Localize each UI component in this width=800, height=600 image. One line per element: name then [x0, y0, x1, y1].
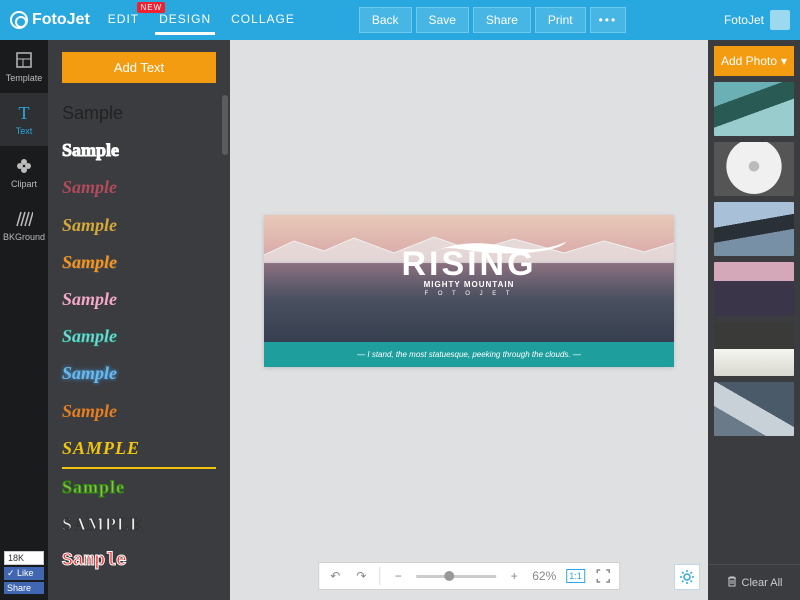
mode-edit-label: EDIT — [108, 12, 139, 26]
rail-text-label: Text — [16, 126, 33, 136]
rail-template-label: Template — [6, 73, 43, 83]
left-rail: Template T Text Clipart BKGround 18K ✓ L… — [0, 40, 48, 600]
template-icon — [14, 50, 34, 70]
mode-design[interactable]: DESIGN — [155, 6, 215, 35]
zoom-value: 62% — [532, 569, 556, 583]
sample-style-4[interactable]: Sample — [62, 207, 216, 244]
share-button[interactable]: Share — [473, 7, 531, 33]
photo-thumb-1[interactable] — [714, 82, 794, 136]
sample-style-9[interactable]: Sample — [62, 393, 216, 430]
like-count: 18K — [4, 551, 44, 565]
sample-style-6[interactable]: Sample — [62, 281, 216, 318]
design-subtitle2: F O T O J E T — [264, 291, 674, 297]
redo-icon[interactable]: ↷ — [353, 568, 369, 584]
add-photo-button[interactable]: Add Photo ▾ — [714, 46, 794, 76]
like-button[interactable]: ✓ Like — [4, 567, 44, 580]
canvas-toolbar: ↶ ↷ − + 62% 1:1 — [318, 562, 620, 590]
brand-name: FotoJet — [32, 11, 90, 29]
sample-style-8[interactable]: Sample — [62, 355, 216, 392]
photo-thumb-5[interactable] — [714, 322, 794, 376]
zoom-slider[interactable] — [416, 575, 496, 578]
design-title: RISING — [401, 245, 536, 284]
top-header: FotoJet EDIT NEW DESIGN COLLAGE Back Sav… — [0, 0, 800, 40]
social-buttons: 18K ✓ Like Share — [0, 547, 48, 600]
photo-thumb-4[interactable] — [714, 262, 794, 316]
username: FotoJet — [724, 13, 764, 27]
bkground-icon — [14, 209, 34, 229]
mode-edit[interactable]: EDIT NEW — [104, 6, 143, 35]
sample-style-12[interactable]: SAMPLE — [62, 506, 216, 543]
undo-icon[interactable]: ↶ — [327, 568, 343, 584]
back-button[interactable]: Back — [359, 7, 412, 33]
mode-collage[interactable]: COLLAGE — [227, 6, 299, 35]
zoom-knob[interactable] — [444, 571, 454, 581]
design-canvas[interactable]: RISING MIGHTY MOUNTAIN F O T O J E T — I… — [264, 215, 674, 367]
ratio-button[interactable]: 1:1 — [566, 569, 585, 583]
photo-thumbnails — [708, 82, 800, 564]
chevron-down-icon: ▾ — [781, 54, 787, 68]
mode-tabs: EDIT NEW DESIGN COLLAGE — [104, 6, 299, 35]
photo-thumb-2[interactable] — [714, 142, 794, 196]
fullscreen-icon[interactable] — [595, 568, 611, 584]
mode-collage-label: COLLAGE — [231, 12, 295, 26]
sample-style-3[interactable]: Sample — [62, 169, 216, 206]
sample-style-1[interactable]: Sample — [62, 95, 216, 132]
avatar — [770, 10, 790, 30]
text-icon: T — [14, 103, 34, 123]
rail-clipart[interactable]: Clipart — [0, 146, 48, 199]
text-samples: Sample Sample Sample Sample Sample Sampl… — [48, 95, 230, 600]
zoom-in-icon[interactable]: + — [506, 568, 522, 584]
photo-panel: Add Photo ▾ Clear All — [708, 40, 800, 600]
toolbar-separator — [379, 567, 380, 585]
rail-text[interactable]: T Text — [0, 93, 48, 146]
zoom-out-icon[interactable]: − — [390, 568, 406, 584]
sample-style-10[interactable]: SAMPLE — [62, 430, 216, 469]
rail-bkground-label: BKGround — [3, 232, 45, 242]
more-button[interactable]: ••• — [590, 7, 627, 33]
canvas-area: RISING MIGHTY MOUNTAIN F O T O J E T — I… — [230, 40, 708, 600]
sample-style-11[interactable]: Sample — [62, 469, 216, 506]
sample-style-7[interactable]: Sample — [62, 318, 216, 355]
clear-all-label: Clear All — [742, 577, 783, 589]
photo-thumb-3[interactable] — [714, 202, 794, 256]
save-button[interactable]: Save — [416, 7, 469, 33]
trash-icon — [726, 575, 738, 590]
gear-icon — [679, 569, 695, 585]
sample-style-5[interactable]: Sample — [62, 244, 216, 281]
design-title-group: RISING MIGHTY MOUNTAIN F O T O J E T — [264, 245, 674, 297]
photo-thumb-6[interactable] — [714, 382, 794, 436]
design-banner: — I stand, the most statuesque, peeking … — [264, 342, 674, 367]
settings-button[interactable] — [674, 564, 700, 590]
brand-logo[interactable]: FotoJet — [10, 11, 90, 29]
rail-clipart-label: Clipart — [11, 179, 37, 189]
rail-template[interactable]: Template — [0, 40, 48, 93]
panel-scrollbar[interactable] — [222, 95, 228, 155]
clipart-icon — [14, 156, 34, 176]
sample-style-13[interactable]: Sample — [62, 543, 216, 580]
print-button[interactable]: Print — [535, 7, 586, 33]
add-text-button[interactable]: Add Text — [62, 52, 216, 83]
user-area[interactable]: FotoJet — [724, 10, 790, 30]
sample-style-2[interactable]: Sample — [62, 132, 216, 169]
rail-bkground[interactable]: BKGround — [0, 199, 48, 252]
clear-all-button[interactable]: Clear All — [708, 564, 800, 600]
fb-share-button[interactable]: Share — [4, 582, 44, 594]
logo-spiral-icon — [10, 11, 28, 29]
text-panel: Add Text Sample Sample Sample Sample Sam… — [48, 40, 230, 600]
swoosh-icon — [411, 237, 591, 257]
header-actions: Back Save Share Print ••• — [359, 7, 626, 33]
mode-design-label: DESIGN — [159, 12, 211, 26]
add-photo-label: Add Photo — [721, 54, 777, 68]
